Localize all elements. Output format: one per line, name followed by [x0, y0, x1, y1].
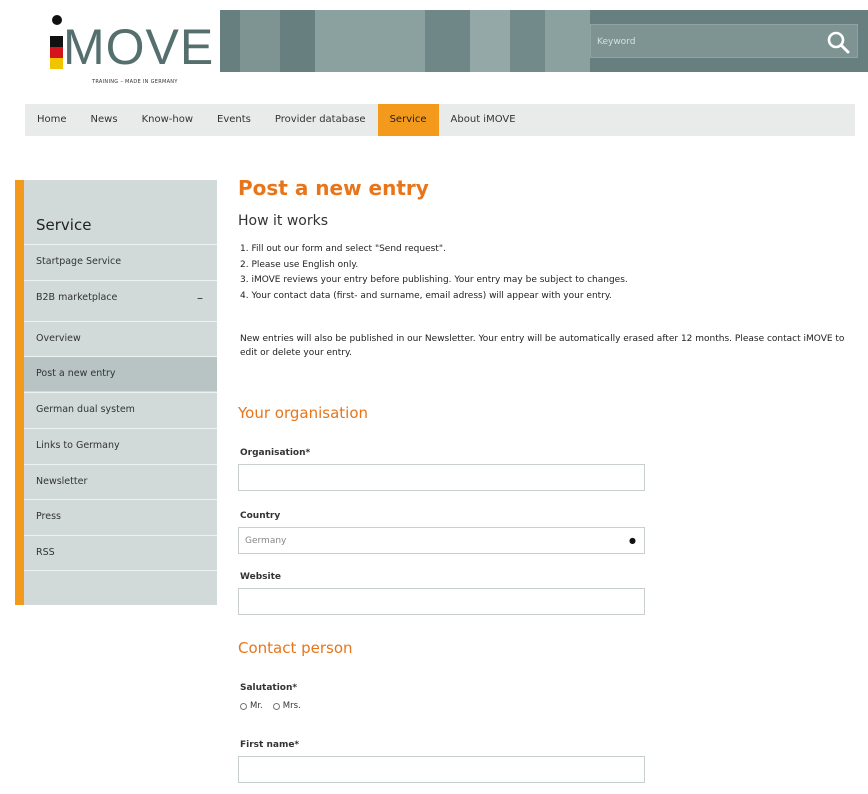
country-label: Country [240, 511, 281, 521]
website-input[interactable] [238, 588, 645, 615]
first-name-label: First name* [240, 740, 300, 750]
sidebar: Service Startpage Service B2B marketplac… [24, 180, 217, 605]
page-title: Post a new entry [238, 176, 429, 200]
country-select[interactable]: Germany ● [238, 527, 645, 554]
sidebar-item-label: Links to Germany [36, 440, 120, 451]
sidebar-item-post-new-entry[interactable]: Post a new entry [24, 356, 217, 391]
main-nav: Home News Know-how Events Provider datab… [25, 104, 855, 136]
steps-list: 1. Fill out our form and select "Send re… [240, 242, 628, 304]
nav-item-service[interactable]: Service [377, 104, 439, 136]
info-note: New entries will also be published in ou… [240, 334, 845, 358]
salutation-label: Salutation* [240, 683, 298, 693]
search-input[interactable] [597, 33, 807, 51]
logo-tagline: TRAINING – MADE IN GERMANY [92, 79, 178, 85]
banner-stripe [510, 10, 545, 72]
how-it-works-heading: How it works [238, 213, 328, 229]
sidebar-item-b2b-marketplace[interactable]: B2B marketplace – [24, 280, 217, 315]
sidebar-empty-row [24, 570, 217, 605]
sidebar-item-label: Newsletter [36, 476, 88, 487]
radio-label: Mr. [250, 701, 263, 711]
nav-item-provider-database[interactable]: Provider database [263, 104, 378, 136]
sidebar-item-label: RSS [36, 547, 55, 558]
nav-item-know-how[interactable]: Know-how [130, 104, 205, 136]
section-title-organisation: Your organisation [238, 404, 368, 422]
sidebar-item-label: B2B marketplace [36, 292, 118, 303]
german-flag-icon [50, 36, 63, 69]
nav-item-news[interactable]: News [79, 104, 130, 136]
search-box [590, 24, 858, 58]
nav-item-home[interactable]: Home [25, 104, 79, 136]
list-item: 1. Fill out our form and select "Send re… [240, 244, 446, 254]
website-label: Website [240, 572, 282, 582]
banner-stripe [315, 10, 425, 72]
sidebar-item-links-to-germany[interactable]: Links to Germany [24, 428, 217, 463]
banner-stripe [545, 10, 590, 72]
logo-dot [52, 15, 62, 25]
sidebar-accent [15, 180, 24, 605]
organisation-input[interactable] [238, 464, 645, 491]
nav-item-events[interactable]: Events [205, 104, 263, 136]
radio-circle-icon [272, 702, 280, 710]
salutation-radio-mrs[interactable]: Mrs. [272, 701, 301, 711]
radio-circle-icon [240, 702, 247, 710]
sidebar-item-rss[interactable]: RSS [24, 535, 217, 570]
sidebar-item-press[interactable]: Press [24, 499, 217, 534]
banner-stripe [240, 10, 280, 72]
logo-text: MOVE [63, 19, 215, 75]
list-item: 3. iMOVE reviews your entry before publi… [240, 275, 628, 285]
country-select-value: Germany [245, 536, 287, 546]
logo[interactable]: MOVE TRAINING – MADE IN GERMANY [15, 10, 220, 90]
sidebar-item-label: German dual system [36, 404, 135, 415]
sidebar-item-newsletter[interactable]: Newsletter [24, 464, 217, 499]
salutation-radio-mr[interactable]: Mr. [240, 701, 263, 711]
organisation-label: Organisation* [240, 448, 311, 458]
sidebar-item-overview[interactable]: Overview [24, 321, 217, 356]
section-title-contact-person: Contact person [238, 639, 353, 657]
sidebar-title: Service [36, 216, 92, 234]
salutation-radio-group: Mr. Mrs. [240, 701, 301, 711]
sidebar-item-startpage-service[interactable]: Startpage Service [24, 244, 217, 279]
sidebar-item-german-dual-system[interactable]: German dual system [24, 392, 217, 427]
radio-label: Mrs. [282, 701, 301, 711]
list-item: 4. Your contact data (first- and surname… [240, 290, 612, 301]
dropdown-arrow-icon: ● [629, 536, 636, 545]
collapse-icon[interactable]: – [197, 281, 203, 315]
banner-stripe [425, 10, 470, 72]
sidebar-item-label: Post a new entry [36, 368, 116, 379]
sidebar-item-label: Overview [36, 333, 81, 344]
list-item: 2. Please use English only. [240, 259, 359, 270]
first-name-input[interactable] [238, 756, 645, 783]
search-icon[interactable] [825, 29, 851, 55]
banner-stripe [470, 10, 510, 72]
sidebar-item-label: Press [36, 511, 62, 522]
sidebar-item-label: Startpage Service [36, 256, 122, 267]
nav-item-about[interactable]: About iMOVE [439, 104, 528, 136]
